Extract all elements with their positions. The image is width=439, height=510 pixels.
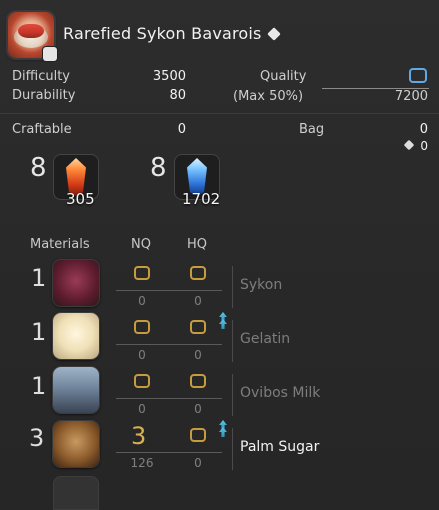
- nq-box[interactable]: [134, 374, 150, 388]
- row-divider: [232, 428, 233, 470]
- hq-box[interactable]: [190, 266, 206, 280]
- material-name[interactable]: Ovibos Milk: [240, 385, 320, 401]
- nq-owned: 126: [130, 456, 154, 470]
- cake-graphic: [18, 24, 44, 38]
- quality-label: Quality: [260, 69, 307, 84]
- crystal-ice-required: 8: [150, 153, 167, 183]
- craftable-label: Craftable: [12, 122, 72, 137]
- quality-max-label: (Max 50%): [233, 89, 304, 104]
- hq-box[interactable]: [190, 428, 206, 442]
- row-divider: [232, 374, 233, 416]
- nq-box[interactable]: [134, 266, 150, 280]
- hq-box[interactable]: [190, 320, 206, 334]
- nq-owned: 0: [138, 348, 146, 362]
- hq-up-arrow-icon: [219, 427, 227, 437]
- crystal-fire-required: 8: [30, 153, 47, 183]
- bag-hq-value: 0: [420, 139, 428, 153]
- quality-value: 7200: [394, 89, 428, 104]
- nq-box[interactable]: [134, 320, 150, 334]
- gelatin-icon[interactable]: [53, 313, 99, 359]
- collectable-icon: [266, 27, 281, 41]
- recipe-panel: Rarefied Sykon Bavarois Difficulty 3500 …: [0, 0, 439, 510]
- sykon-icon[interactable]: [53, 260, 99, 306]
- crystal-fire-owned: 305: [66, 190, 95, 208]
- item-title: Rarefied Sykon Bavarois: [63, 24, 281, 43]
- item-icon[interactable]: [8, 12, 57, 61]
- hq-owned: 0: [194, 402, 202, 416]
- difficulty-value: 3500: [152, 69, 186, 84]
- durability-value: 80: [169, 88, 186, 103]
- material-name[interactable]: Gelatin: [240, 331, 290, 347]
- material-name[interactable]: Palm Sugar: [240, 439, 319, 455]
- crystal-ice-owned: 1702: [182, 190, 221, 208]
- hq-box[interactable]: [190, 374, 206, 388]
- palm-sugar-icon[interactable]: [53, 421, 99, 467]
- nq-header: NQ: [131, 237, 151, 252]
- bag-label: Bag: [299, 122, 325, 137]
- material-qty: 1: [31, 264, 47, 292]
- row-line: [116, 344, 222, 345]
- hq-owned: 0: [194, 294, 202, 308]
- craftable-value: 0: [177, 122, 186, 137]
- empty-material-slot: [53, 476, 99, 510]
- hq-owned: 0: [194, 348, 202, 362]
- quality-indicator: [409, 68, 427, 83]
- item-flag-icon: [43, 47, 57, 61]
- material-qty: 1: [31, 318, 47, 346]
- material-qty: 3: [29, 424, 45, 452]
- hq-header: HQ: [187, 237, 208, 252]
- durability-label: Durability: [12, 88, 76, 103]
- row-line: [116, 290, 222, 291]
- material-name[interactable]: Sykon: [240, 277, 282, 293]
- ovibos-milk-icon[interactable]: [53, 367, 99, 413]
- row-divider: [232, 266, 233, 308]
- materials-header: Materials: [30, 237, 90, 252]
- item-name: Rarefied Sykon Bavarois: [63, 24, 262, 43]
- row-divider: [232, 320, 233, 362]
- nq-assigned[interactable]: 3: [131, 422, 146, 450]
- bag-value: 0: [419, 122, 428, 137]
- hq-owned: 0: [194, 456, 202, 470]
- difficulty-label: Difficulty: [12, 69, 70, 84]
- divider: [0, 113, 439, 114]
- nq-owned: 0: [138, 402, 146, 416]
- hq-up-arrow-icon: [219, 319, 227, 329]
- row-line: [116, 452, 222, 453]
- material-qty: 1: [31, 372, 47, 400]
- row-line: [116, 398, 222, 399]
- nq-owned: 0: [138, 294, 146, 308]
